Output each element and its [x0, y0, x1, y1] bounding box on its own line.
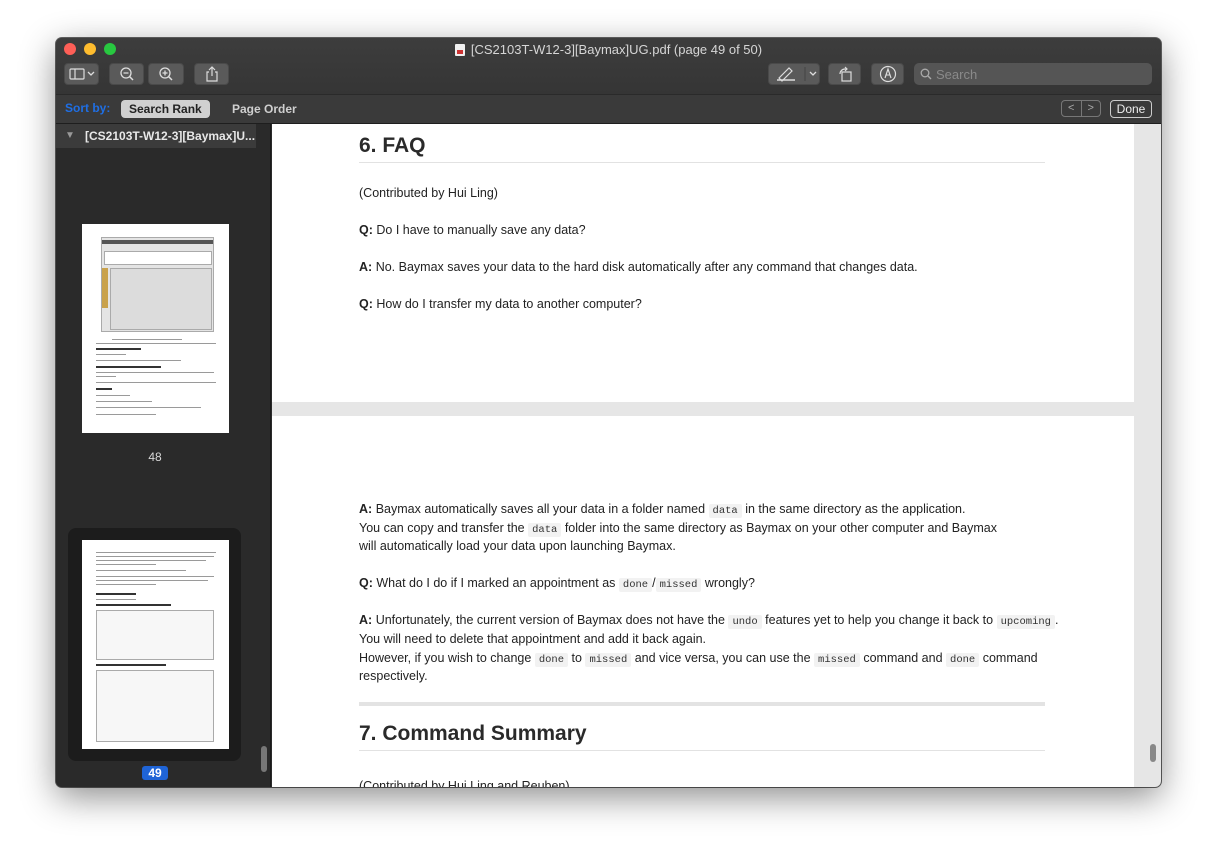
document-scrollbar[interactable] — [1150, 744, 1156, 762]
faq-answer-3-line-2: You will need to delete that appointment… — [359, 632, 707, 646]
search-input[interactable] — [936, 63, 1146, 85]
share-button[interactable] — [194, 63, 229, 85]
window-title-text: [CS2103T-W12-3][Baymax]UG.pdf (page 49 o… — [470, 42, 763, 57]
faq-question-1: Q: Do I have to manually save any data? — [359, 223, 586, 237]
faq-heading: 6. FAQ — [359, 134, 1045, 163]
share-icon — [205, 66, 218, 82]
title-bar: [CS2103T-W12-3][Baymax]UG.pdf (page 49 o… — [56, 38, 1161, 94]
pdf-page-48: 6. FAQ (Contributed by Hui Ling) Q: Do I… — [272, 124, 1134, 402]
thumbnail-sidebar: ▼ [CS2103T-W12-3][Baymax]U... 48 49 — [56, 124, 271, 787]
faq-answer-3-line-3: However, if you wish to change done to m… — [359, 651, 1038, 667]
search-results-sortbar: Sort by: Search Rank Page Order < > Done — [56, 94, 1161, 124]
faq-question-3: Q: What do I do if I marked an appointme… — [359, 576, 755, 592]
pdf-document-icon — [454, 44, 465, 56]
window-title: [CS2103T-W12-3][Baymax]UG.pdf (page 49 o… — [56, 41, 1161, 59]
disclosure-triangle-icon[interactable]: ▼ — [65, 124, 75, 148]
zoom-in-button[interactable] — [148, 63, 184, 85]
sidebar-scrollbar[interactable] — [261, 746, 267, 772]
page-thumbnail-48[interactable] — [82, 224, 229, 433]
sidebar-icon — [68, 68, 94, 80]
sidebar-document-row[interactable]: ▼ [CS2103T-W12-3][Baymax]U... — [56, 124, 256, 148]
pdf-page-49: A: Baymax automatically saves all your d… — [272, 416, 1134, 787]
markup-pen-icon — [879, 65, 896, 83]
sidebar-toggle-button[interactable] — [64, 63, 99, 85]
zoom-out-button[interactable] — [109, 63, 144, 85]
rotate-button[interactable] — [828, 63, 861, 85]
result-navigation: < > — [1061, 100, 1101, 117]
faq-answer-1: A: No. Baymax saves your data to the har… — [359, 260, 918, 274]
page-number-49: 49 — [142, 766, 168, 780]
faq-answer-2-line-1: A: Baymax automatically saves all your d… — [359, 502, 966, 518]
previous-result-button[interactable]: < — [1062, 101, 1082, 116]
faq-contributor: (Contributed by Hui Ling) — [359, 186, 498, 200]
command-summary-heading: 7. Command Summary — [359, 722, 1045, 751]
section-divider — [359, 702, 1045, 706]
search-icon — [920, 68, 932, 80]
faq-question-2: Q: How do I transfer my data to another … — [359, 297, 642, 311]
sidebar-document-title: [CS2103T-W12-3][Baymax]U... — [85, 129, 256, 143]
page-thumbnail-49[interactable] — [82, 540, 229, 749]
preview-window: [CS2103T-W12-3][Baymax]UG.pdf (page 49 o… — [56, 38, 1161, 787]
sort-search-rank-button[interactable]: Search Rank — [121, 100, 210, 118]
next-result-button[interactable]: > — [1082, 101, 1101, 116]
markup-highlight-button[interactable] — [768, 63, 820, 85]
zoom-out-icon — [119, 67, 134, 81]
sort-page-order-button[interactable]: Page Order — [224, 100, 305, 118]
highlighter-icon — [777, 67, 817, 82]
command-summary-contributor: (Contributed by Hui Ling and Reuben) — [359, 779, 570, 787]
search-field[interactable] — [914, 63, 1152, 85]
faq-answer-3-line-4: respectively. — [359, 669, 428, 683]
done-button[interactable]: Done — [1110, 100, 1152, 118]
page-number-48: 48 — [148, 450, 162, 464]
faq-answer-3-line-1: A: Unfortunately, the current version of… — [359, 613, 1059, 629]
faq-answer-2-line-3: will automatically load your data upon l… — [359, 539, 676, 553]
markup-toolbar-button[interactable] — [871, 63, 904, 85]
zoom-in-icon — [159, 67, 173, 81]
document-view: 6. FAQ (Contributed by Hui Ling) Q: Do I… — [272, 124, 1161, 787]
sort-by-label: Sort by: — [65, 101, 111, 115]
faq-answer-2-line-2: You can copy and transfer the data folde… — [359, 521, 997, 537]
rotate-icon — [838, 66, 852, 82]
